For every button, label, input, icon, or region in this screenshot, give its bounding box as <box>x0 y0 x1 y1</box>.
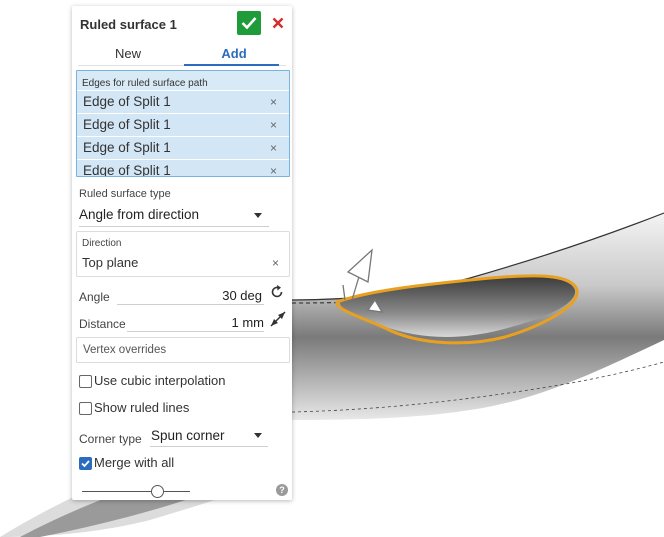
use-cubic-checkbox[interactable] <box>79 375 92 388</box>
merge-with-all-checkbox[interactable] <box>79 457 92 470</box>
flip-direction-icon[interactable] <box>269 284 285 300</box>
edge-label: Edge of Split 1 <box>83 117 171 132</box>
active-tab-indicator <box>184 64 279 66</box>
slider-track[interactable] <box>82 491 190 492</box>
select-underline <box>79 226 269 227</box>
angle-underline <box>117 304 264 305</box>
remove-edge-icon[interactable]: × <box>270 164 277 176</box>
distance-input[interactable]: 1 mm <box>202 315 265 330</box>
edge-label: Edge of Split 1 <box>83 140 171 155</box>
chevron-down-icon[interactable] <box>254 213 262 218</box>
surface-type-label: Ruled surface type <box>79 188 171 200</box>
distance-label: Distance <box>79 317 126 331</box>
list-item[interactable]: Edge of Split 1 × <box>77 90 289 113</box>
distance-underline <box>127 331 264 332</box>
angle-label: Angle <box>79 290 110 304</box>
tab-new[interactable]: New <box>78 46 178 61</box>
edge-label: Edge of Split 1 <box>83 163 171 177</box>
vertex-overrides-field[interactable]: Vertex overrides <box>76 337 290 363</box>
corner-type-select[interactable]: Spun corner <box>151 428 225 443</box>
show-ruled-lines-label[interactable]: Show ruled lines <box>94 400 189 415</box>
list-item[interactable]: Edge of Split 1 × <box>77 136 289 159</box>
cancel-button[interactable] <box>268 11 288 35</box>
list-item[interactable]: Edge of Split 1 × <box>77 159 289 177</box>
opposite-direction-icon[interactable] <box>269 310 287 328</box>
merge-with-all-label[interactable]: Merge with all <box>94 455 174 470</box>
help-icon[interactable]: ? <box>276 484 288 496</box>
ruled-surface-dialog: Ruled surface 1 New Add Edges for ruled … <box>72 6 292 500</box>
direction-label: Direction <box>82 238 122 249</box>
use-cubic-label[interactable]: Use cubic interpolation <box>94 373 226 388</box>
edges-selection-list[interactable]: Edges for ruled surface path Edge of Spl… <box>76 70 290 177</box>
select-underline <box>150 446 268 447</box>
edge-label: Edge of Split 1 <box>83 94 171 109</box>
clear-direction-icon[interactable]: × <box>272 256 279 270</box>
show-ruled-lines-checkbox[interactable] <box>79 402 92 415</box>
checkmark-icon <box>81 460 90 468</box>
corner-type-label: Corner type <box>79 432 142 446</box>
angle-input[interactable]: 30 deg <box>202 288 262 303</box>
edges-caption: Edges for ruled surface path <box>82 78 208 89</box>
dialog-title: Ruled surface 1 <box>80 17 177 32</box>
chevron-down-icon[interactable] <box>254 433 262 438</box>
slider-thumb[interactable] <box>151 485 164 498</box>
list-item[interactable]: Edge of Split 1 × <box>77 113 289 136</box>
remove-edge-icon[interactable]: × <box>270 95 277 109</box>
direction-value: Top plane <box>82 255 139 270</box>
accept-button[interactable] <box>237 11 261 35</box>
remove-edge-icon[interactable]: × <box>270 118 277 132</box>
vertex-overrides-label: Vertex overrides <box>83 344 167 356</box>
surface-type-select[interactable]: Angle from direction <box>79 207 199 222</box>
close-icon <box>272 17 284 29</box>
checkmark-icon <box>241 17 257 30</box>
direction-field[interactable]: Direction Top plane × <box>76 231 290 277</box>
tab-add[interactable]: Add <box>184 46 284 61</box>
remove-edge-icon[interactable]: × <box>270 141 277 155</box>
